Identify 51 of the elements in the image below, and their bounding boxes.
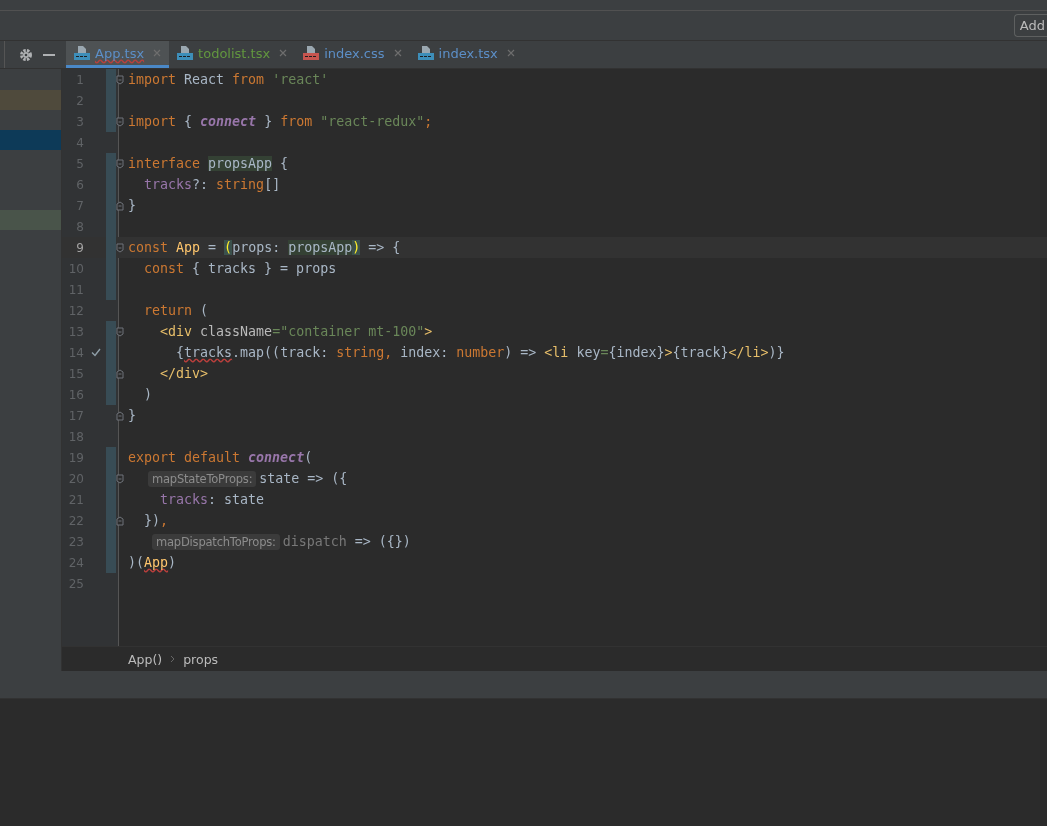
code-line: } [127,408,136,423]
code-line: mapDispatchToProps: dispatch => ({}) [124,533,411,550]
code-line: const App = (props: propsApp) => { [127,240,401,255]
editor-tab[interactable]: todolist.tsx [169,41,296,68]
breadcrumb-item[interactable]: props [183,651,219,667]
editor-tab[interactable]: index.tsx [409,41,523,68]
add-button[interactable]: Add [1013,14,1047,37]
fold-icon[interactable] [116,368,124,379]
code-line: return ( [143,303,209,318]
code-line: ) [143,387,153,402]
code-line: import React from 'react' [127,72,329,87]
code-line: mapStateToProps: state => ({ [124,470,348,487]
code-line: )(App) [127,555,177,570]
close-icon[interactable] [279,49,288,57]
code-line: export default connect( [127,450,313,465]
code-line: }), [143,513,169,528]
fold-icon[interactable] [116,74,124,85]
settings-icon[interactable] [19,47,33,62]
highlighted-row [0,90,61,110]
code-line: {tracks.map((track: string, index: number) => <li key={index}>{track}</li>)} [175,345,785,360]
fold-icon[interactable] [116,200,124,211]
code-line: const { tracks } = props [143,261,337,276]
code-line: </div> [159,366,209,381]
file-icon [417,46,434,60]
file-icon [303,46,320,60]
close-icon[interactable] [393,49,402,57]
highlighted-row [0,210,61,230]
code-line: interface propsApp { [127,156,289,171]
fold-icon[interactable] [116,410,124,421]
fold-icon[interactable] [116,473,124,484]
chevron-icon [170,655,176,663]
code-line: } [127,198,136,213]
fold-icon[interactable] [116,515,124,526]
close-icon[interactable] [506,49,515,57]
minimize-icon[interactable] [43,53,55,56]
editor-tab[interactable]: App.tsx [66,41,170,68]
file-icon [177,46,194,60]
code-line: tracks: state [159,492,265,507]
close-icon[interactable] [153,49,162,57]
code-line: <div className="container mt-100"> [159,324,433,339]
fold-icon[interactable] [116,242,124,253]
line-number: 9 [75,240,84,255]
code-line: tracks?: string[] [143,177,281,192]
fold-icon[interactable] [116,326,124,337]
fold-icon[interactable] [116,116,124,127]
file-icon [74,46,90,60]
breadcrumb-item[interactable]: App() [128,651,163,667]
code-line: import { connect } from "react-redux"; [127,114,433,129]
highlighted-row [0,130,61,150]
fold-icon[interactable] [116,158,124,169]
editor-tab[interactable]: index.css [295,41,410,68]
